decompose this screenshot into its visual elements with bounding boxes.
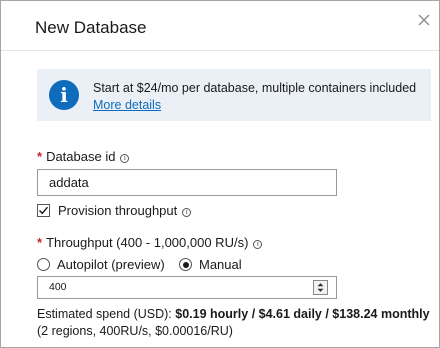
- autopilot-radio[interactable]: [37, 258, 50, 271]
- provision-throughput-checkbox[interactable]: [37, 204, 50, 217]
- throughput-input[interactable]: 400: [37, 276, 337, 299]
- info-circle-icon[interactable]: i: [120, 154, 130, 163]
- estimated-spend: Estimated spend (USD): $0.19 hourly / $4…: [37, 307, 430, 321]
- estimated-spend-prefix: Estimated spend (USD):: [37, 307, 172, 321]
- autopilot-label: Autopilot (preview): [57, 257, 165, 272]
- spin-button-icon[interactable]: [313, 280, 328, 295]
- panel-header: New Database: [1, 1, 439, 51]
- database-id-input[interactable]: addata: [37, 169, 337, 196]
- estimated-spend-amount: $0.19 hourly / $4.61 daily / $138.24 mon…: [175, 307, 430, 321]
- info-circle-icon[interactable]: i: [182, 208, 192, 217]
- info-banner: i Start at $24/mo per database, multiple…: [37, 69, 431, 121]
- required-marker: *: [37, 235, 43, 250]
- more-details-link[interactable]: More details: [93, 98, 161, 112]
- estimated-spend-details: (2 regions, 400RU/s, $0.00016/RU): [37, 324, 233, 338]
- new-database-panel: New Database i Start at $24/mo per datab…: [0, 0, 440, 348]
- manual-label: Manual: [199, 257, 242, 272]
- provision-throughput-label: Provision throughput i: [58, 203, 192, 218]
- info-circle-icon[interactable]: i: [253, 240, 263, 249]
- throughput-value: 400: [49, 281, 67, 293]
- manual-radio[interactable]: [179, 258, 192, 271]
- close-icon[interactable]: [417, 13, 431, 27]
- required-marker: *: [37, 149, 43, 164]
- panel-title: New Database: [35, 18, 147, 37]
- database-id-label-text: Database id: [46, 149, 116, 164]
- info-icon: i: [49, 80, 79, 110]
- checkmark-icon: [39, 206, 49, 215]
- database-id-label: * Database id i: [37, 149, 130, 164]
- provision-throughput-text: Provision throughput: [58, 203, 178, 218]
- throughput-label-text: Throughput (400 - 1,000,000 RU/s): [46, 235, 249, 250]
- throughput-label: * Throughput (400 - 1,000,000 RU/s) i: [37, 235, 263, 250]
- info-message: Start at $24/mo per database, multiple c…: [93, 81, 417, 95]
